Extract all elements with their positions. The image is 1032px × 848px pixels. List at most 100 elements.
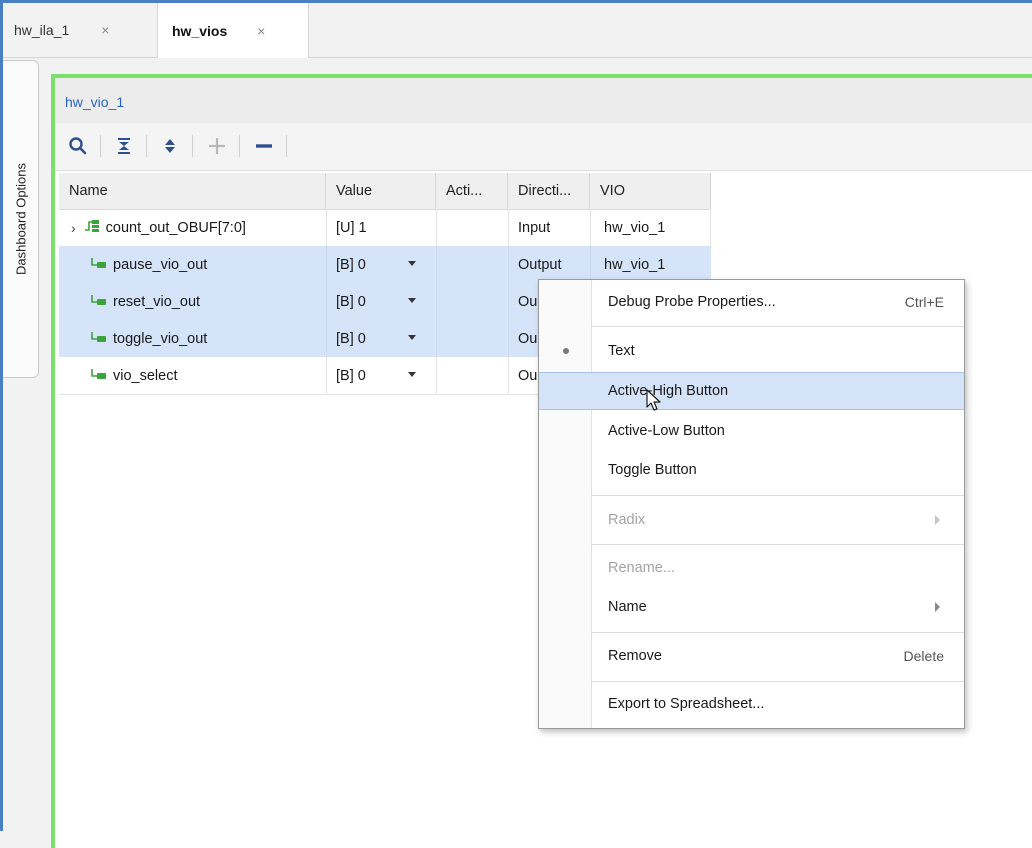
dropdown-arrow-icon[interactable] [408,261,416,266]
probe-direction: Output [518,256,562,273]
menu-item-label: Debug Probe Properties... [608,294,776,310]
tab-label: hw_vios [172,22,228,39]
chevron-right-icon[interactable]: › [71,220,76,236]
menu-item-label: Toggle Button [608,462,697,478]
context-menu: Debug Probe Properties... Ctrl+E Text Ac… [538,279,965,729]
mouse-cursor-icon [646,389,662,416]
value-cell[interactable]: [B] 0 [326,320,436,357]
table-header: Name Value Acti... Directi... VIO [59,173,711,210]
menu-item-label: Name [608,599,647,615]
dashboard-options-tab[interactable]: Dashboard Options [3,60,39,378]
signal-icon [91,331,107,347]
menu-item-name[interactable]: Name [539,589,964,625]
toolbar-separator [192,135,193,157]
menu-item-label: Radix [608,512,646,528]
probe-activity [436,357,508,394]
menu-item-label: Rename... [608,560,675,576]
probe-activity [436,283,508,320]
tab-bar: hw_ila_1 × hw_vios × [3,3,1032,58]
menu-item-debug-probe-properties[interactable]: Debug Probe Properties... Ctrl+E [539,284,964,320]
remove-icon[interactable] [250,131,278,161]
value-cell[interactable]: [B] 0 [326,357,436,394]
menu-separator [591,681,964,682]
column-divider [710,209,711,246]
column-header-activity[interactable]: Acti... [436,173,508,209]
value-cell[interactable]: [B] 0 [326,283,436,320]
probe-name: count_out_OBUF[7:0] [105,219,246,236]
signal-icon [91,294,107,310]
table-row[interactable]: pause_vio_out [B] 0 Output hw_vio_1 [59,246,711,283]
menu-separator [591,544,964,545]
probe-direction: Input [518,219,551,236]
submenu-arrow-icon [935,602,940,612]
name-cell: vio_select [59,357,326,394]
column-header-direction[interactable]: Directi... [508,173,590,209]
search-icon[interactable] [64,131,92,161]
dashboard-options-label: Dashboard Options [13,162,28,276]
probe-name: reset_vio_out [113,293,201,310]
value-cell[interactable]: [B] 0 [326,246,436,283]
probe-activity [436,246,508,283]
add-icon[interactable] [203,131,231,161]
table-row[interactable]: › count_out_OBUF[7:0] [U] 1 Input hw_vio… [59,209,711,247]
signal-icon [91,257,107,273]
expand-all-icon[interactable] [156,131,184,161]
name-cell: › count_out_OBUF[7:0] [59,209,326,246]
menu-item-label: Text [608,343,635,359]
probe-name: vio_select [113,367,178,384]
probe-value: [B] 0 [336,330,366,347]
menu-item-export-to-spreadsheet[interactable]: Export to Spreadsheet... [539,686,964,722]
probe-value: [B] 0 [336,293,366,310]
toolbar-separator [146,135,147,157]
tab-hw-ila-1[interactable]: hw_ila_1 × [14,3,109,57]
toolbar-separator [286,135,287,157]
probe-activity [436,209,508,246]
close-icon[interactable]: × [101,22,109,38]
bus-icon [84,219,100,237]
menu-item-label: Active-Low Button [608,423,725,439]
name-cell: pause_vio_out [59,246,326,283]
dropdown-arrow-icon[interactable] [408,372,416,377]
radio-dot-icon [563,348,569,354]
submenu-arrow-icon [935,515,940,525]
menu-item-active-high-button[interactable]: Active-High Button [539,372,964,410]
panel-header: hw_vio_1 [55,78,1032,123]
menu-separator [591,495,964,496]
probe-value: [B] 0 [336,256,366,273]
name-cell: toggle_vio_out [59,320,326,357]
dropdown-arrow-icon[interactable] [408,298,416,303]
name-cell: reset_vio_out [59,283,326,320]
menu-item-rename: Rename... [539,550,964,586]
menu-item-label: Active-High Button [608,383,729,399]
column-header-value[interactable]: Value [326,173,436,209]
toolbar-separator [100,135,101,157]
probe-vio: hw_vio_1 [604,219,666,236]
signal-icon [91,368,107,384]
toolbar [55,123,1032,171]
menu-separator [591,632,964,633]
probe-name: toggle_vio_out [113,330,208,347]
menu-item-label: Export to Spreadsheet... [608,696,765,712]
dropdown-arrow-icon[interactable] [408,335,416,340]
column-header-vio[interactable]: VIO [590,173,711,209]
probe-name: pause_vio_out [113,256,208,273]
menu-item-label: Remove [608,648,662,664]
collapse-all-icon[interactable] [110,131,138,161]
menu-item-text[interactable]: Text [539,333,964,369]
toolbar-separator [239,135,240,157]
probe-value: [B] 0 [336,367,366,384]
menu-item-radix: Radix [539,502,964,538]
probe-value: [U] 1 [336,219,367,236]
menu-separator [591,326,964,327]
probe-activity [436,320,508,357]
tab-label: hw_ila_1 [14,22,70,38]
menu-item-shortcut: Delete [903,648,944,664]
panel-title[interactable]: hw_vio_1 [65,94,124,110]
tab-hw-vios[interactable]: hw_vios × [157,3,309,58]
menu-item-remove[interactable]: Remove Delete [539,638,964,674]
menu-item-toggle-button[interactable]: Toggle Button [539,452,964,488]
column-header-name[interactable]: Name [59,173,326,209]
close-icon[interactable]: × [257,23,265,39]
menu-item-active-low-button[interactable]: Active-Low Button [539,413,964,449]
probe-vio: hw_vio_1 [604,256,666,273]
